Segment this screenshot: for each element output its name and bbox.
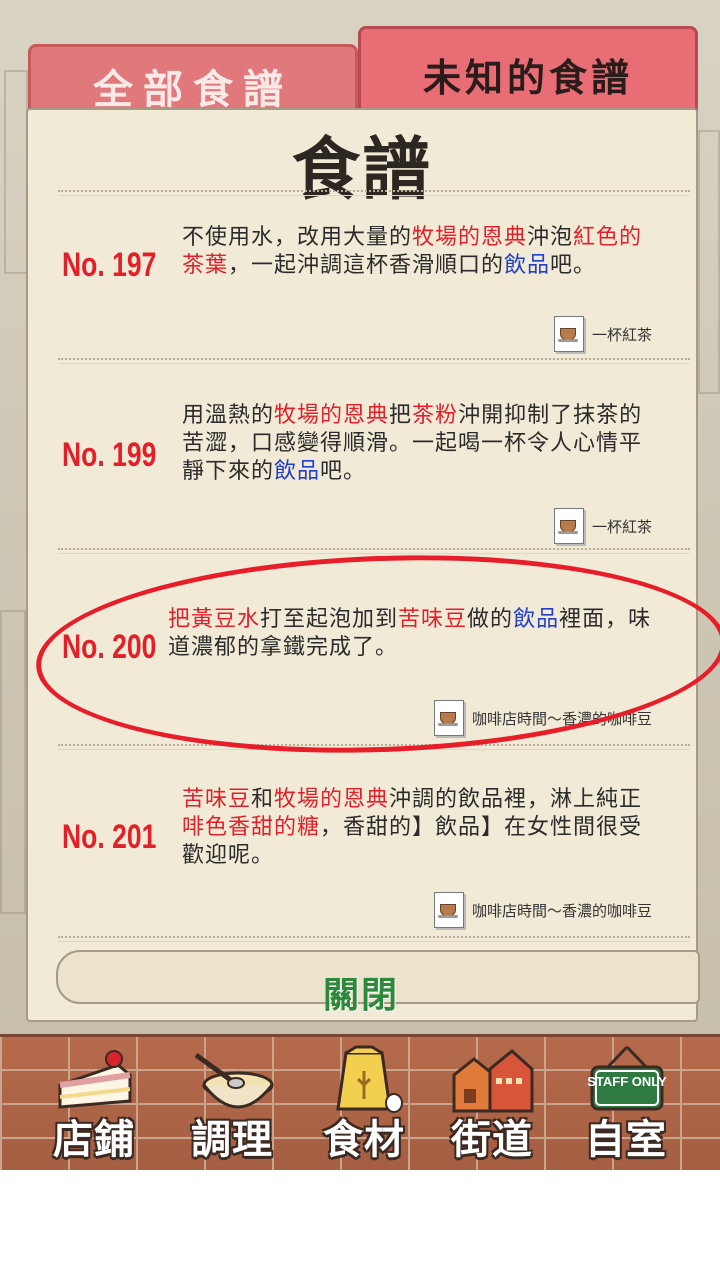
recipe-number: No. 197 [62,246,157,284]
coffee-cup-icon [433,892,464,928]
description-text: 和 [251,787,275,812]
description-text: 打至起泡加到 [260,607,399,632]
tea-cup-icon [553,316,584,352]
description-text: 做的 [467,607,514,632]
description-text: 把 [389,403,413,428]
nav-label: 調理 [191,1117,273,1163]
tab-all-recipes[interactable]: 全部食譜 [28,44,358,115]
highlighted-term: 飲品 [513,607,560,632]
nav-label: 店鋪 [53,1117,135,1163]
nav-label: 街道 [451,1117,533,1163]
staff-only-sign-icon: STAFF ONLY [587,1045,667,1111]
description-text: 用溫熱的 [182,403,275,428]
highlighted-term: 牧場的恩典 [274,403,390,428]
recipe-item[interactable]: No. 200 把黃豆水打至起泡加到苦味豆做的飲品裡面，味道濃郁的拿鐵完成了。 … [0,554,720,740]
highlighted-term: 飲品 [504,253,551,278]
highlighted-term: 飲品 [274,459,321,484]
description-text: 吧。 [550,253,597,278]
recipe-item[interactable]: No. 197 不使用水，改用大量的牧場的恩典沖泡紅色的茶葉，一起沖調這杯香滑順… [0,196,720,356]
recipe-source: 一杯紅茶 [553,508,652,544]
highlighted-term: 把黃豆水 [168,607,261,632]
staff-only-text: STAFF ONLY [587,1074,667,1089]
highlighted-term: 牧場的恩典 [412,225,528,250]
recipe-number: No. 199 [62,436,157,474]
mixing-bowl-icon [194,1052,274,1109]
recipe-number: No. 200 [62,628,157,666]
nav-item-street[interactable]: 街道 [430,1041,554,1169]
description-text: 不使用水，改用大量的 [182,225,413,250]
flour-bag-icon [336,1045,403,1113]
recipe-source-label: 咖啡店時間～香濃的咖啡豆 [471,709,652,728]
tea-cup-icon [553,508,584,544]
cake-icon [58,1050,132,1109]
description-text: ，一起沖調這杯香滑順口的 [228,253,505,278]
recipe-item[interactable]: No. 199 用溫熱的牧場的恩典把茶粉沖開抑制了抹茶的苦澀，口感變得順滑。一起… [0,364,720,544]
nav-label: 自室 [585,1117,667,1163]
recipe-description: 用溫熱的牧場的恩典把茶粉沖開抑制了抹茶的苦澀，口感變得順滑。一起喝一杯令人心情平… [182,402,658,486]
tab-unknown-recipes-label: 未知的食譜 [422,56,633,100]
bottom-nav: 店鋪 調理 食材 街道 STAFF ONLY 自室 [0,1034,720,1170]
nav-item-shop[interactable]: 店鋪 [32,1041,156,1169]
recipe-description: 苦味豆和牧場的恩典沖調的飲品裡，淋上純正啡色香甜的糖，香甜的】飲品】在女性間很受… [182,786,658,870]
nav-item-cooking[interactable]: 調理 [170,1041,294,1169]
recipe-description: 把黃豆水打至起泡加到苦味豆做的飲品裡面，味道濃郁的拿鐵完成了。 [168,606,660,662]
nav-label: 食材 [323,1117,405,1163]
recipe-source: 咖啡店時間～香濃的咖啡豆 [433,892,652,928]
highlighted-term: 牧場的恩典 [274,787,390,812]
game-screen: 全部食譜 未知的食譜 食譜 No. 197 不使用水，改用大量的牧場的恩典沖泡紅… [0,0,720,1170]
recipe-item[interactable]: No. 201 苦味豆和牧場的恩典沖調的飲品裡，淋上純正啡色香甜的糖，香甜的】飲… [0,750,720,930]
description-text: 沖調的飲品裡，淋上純正 [389,787,643,812]
close-button[interactable]: 關閉 [316,966,406,1016]
recipe-source-label: 一杯紅茶 [591,517,652,536]
street-houses-icon [452,1049,534,1113]
highlighted-term: 苦味豆 [398,607,468,632]
description-text: 吧。 [320,459,367,484]
description-text: 沖泡 [527,225,574,250]
coffee-cup-icon [433,700,464,736]
tab-all-recipes-label: 全部食譜 [93,67,293,113]
tab-unknown-recipes[interactable]: 未知的食譜 [358,26,698,115]
recipe-source-label: 一杯紅茶 [591,325,652,344]
divider [58,936,690,942]
highlighted-term: 苦味豆 [182,787,252,812]
recipe-source-label: 咖啡店時間～香濃的咖啡豆 [471,901,652,920]
highlighted-term: 茶粉 [412,403,459,428]
nav-item-own-room[interactable]: STAFF ONLY 自室 [564,1041,688,1169]
recipe-source: 咖啡店時間～香濃的咖啡豆 [433,700,652,736]
recipe-description: 不使用水，改用大量的牧場的恩典沖泡紅色的茶葉，一起沖調這杯香滑順口的飲品吧。 [182,224,658,280]
nav-item-ingredients[interactable]: 食材 [302,1041,426,1169]
recipe-number: No. 201 [62,818,157,856]
highlighted-term: 啡色香甜的糖 [182,815,321,840]
recipe-source: 一杯紅茶 [553,316,652,352]
